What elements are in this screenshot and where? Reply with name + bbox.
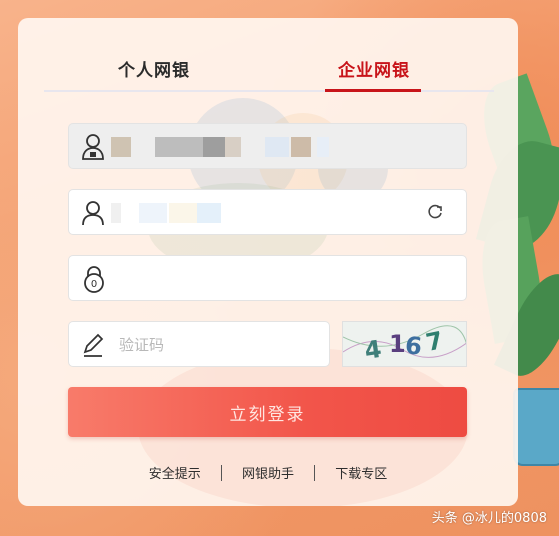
captcha-field[interactable]: [68, 321, 330, 367]
link-divider: [314, 465, 316, 481]
svg-text:1: 1: [389, 330, 406, 358]
tab-personal-banking[interactable]: 个人网银: [118, 56, 190, 81]
pencil-icon: [83, 333, 104, 357]
padlock-icon: 0: [84, 266, 104, 293]
footer-links: 安全提示 网银助手 下载专区: [18, 463, 518, 482]
active-tab-indicator: [325, 89, 421, 92]
security-tips-link[interactable]: 安全提示: [149, 467, 201, 482]
svg-text:4: 4: [363, 335, 383, 365]
password-field[interactable]: 0: [68, 255, 467, 301]
login-button[interactable]: 立刻登录: [68, 387, 467, 437]
svg-text:6: 6: [404, 331, 424, 361]
svg-text:0: 0: [91, 279, 97, 290]
link-divider: [220, 465, 222, 481]
captcha-input[interactable]: [119, 332, 319, 358]
captcha-image[interactable]: 4 1 6 7: [342, 321, 467, 367]
watermark: 头条 @冰儿的0808: [431, 511, 547, 526]
svg-text:7: 7: [423, 326, 445, 357]
download-zone-link[interactable]: 下载专区: [335, 467, 387, 482]
refresh-icon[interactable]: [426, 203, 444, 221]
operator-field[interactable]: [68, 189, 467, 235]
login-tabs: 个人网银 企业网银: [44, 46, 494, 92]
account-field[interactable]: [68, 123, 467, 169]
captcha-text: 4 1 6 7: [363, 326, 446, 365]
user-icon: [82, 201, 104, 226]
tab-enterprise-banking[interactable]: 企业网银: [338, 56, 410, 81]
login-card: 个人网银 企业网银 0 验证码 4 1 6 7 立刻登录 安全提示 网银助手 下…: [18, 18, 518, 506]
user-lock-icon: [82, 134, 104, 160]
banking-assistant-link[interactable]: 网银助手: [242, 467, 294, 482]
